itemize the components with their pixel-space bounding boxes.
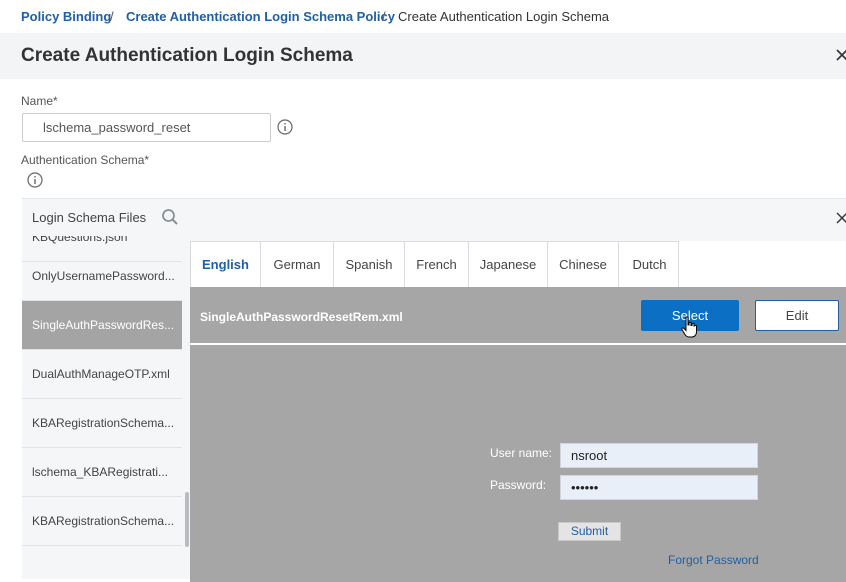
- tab-dutch[interactable]: Dutch: [619, 242, 680, 287]
- breadcrumb-separator: /: [110, 9, 114, 24]
- info-icon[interactable]: [27, 172, 43, 188]
- name-input[interactable]: [22, 113, 271, 142]
- password-field[interactable]: ••••••: [560, 475, 758, 500]
- preview-divider: [190, 343, 846, 345]
- search-icon[interactable]: [161, 208, 179, 226]
- tab-japanese[interactable]: Japanese: [469, 242, 548, 287]
- breadcrumb-policy-binding[interactable]: Policy Binding: [21, 9, 111, 24]
- submit-button[interactable]: Submit: [558, 522, 621, 541]
- breadcrumb-create-policy[interactable]: Create Authentication Login Schema Polic…: [126, 9, 395, 24]
- authentication-schema-label: Authentication Schema*: [21, 153, 150, 167]
- tab-french[interactable]: French: [405, 242, 469, 287]
- language-tabs: English German Spanish French Japanese C…: [190, 241, 679, 287]
- close-icon[interactable]: [836, 212, 846, 224]
- login-schema-files-header: Login Schema Files: [32, 210, 147, 225]
- scrollbar-thumb[interactable]: [185, 492, 189, 547]
- password-label: Password:: [490, 478, 547, 492]
- preview-filename: SingleAuthPasswordResetRem.xml: [200, 310, 403, 324]
- edit-button[interactable]: Edit: [755, 300, 839, 331]
- file-name: OnlyUsernamePassword...: [32, 269, 175, 283]
- tab-chinese[interactable]: Chinese: [548, 242, 619, 287]
- list-item[interactable]: KBARegistrationSchema...: [22, 497, 182, 546]
- list-item-selected[interactable]: SingleAuthPasswordRes...: [22, 301, 182, 350]
- file-list: KBQuestions.json OnlyUsernamePassword...…: [22, 236, 182, 579]
- breadcrumb-current: Create Authentication Login Schema: [398, 9, 610, 24]
- list-item[interactable]: DualAuthManageOTP.xml: [22, 350, 182, 399]
- file-name: KBARegistrationSchema...: [32, 416, 175, 430]
- username-label: User name:: [490, 446, 553, 460]
- list-item[interactable]: lschema_KBARegistrati...: [22, 448, 182, 497]
- file-name: DualAuthManageOTP.xml: [32, 367, 170, 381]
- file-name: SingleAuthPasswordRes...: [32, 318, 175, 332]
- tab-spanish[interactable]: Spanish: [334, 242, 405, 287]
- tab-english[interactable]: English: [191, 242, 261, 287]
- name-label: Name*: [21, 94, 58, 108]
- schema-preview: English German Spanish French Japanese C…: [190, 241, 846, 582]
- file-name: KBARegistrationSchema...: [32, 514, 175, 528]
- username-field[interactable]: nsroot: [560, 443, 758, 468]
- dialog-header: Create Authentication Login Schema: [0, 33, 846, 79]
- list-item[interactable]: KBARegistrationSchema...: [22, 399, 182, 448]
- breadcrumb: Policy Binding / Create Authentication L…: [0, 0, 846, 34]
- close-icon[interactable]: [836, 49, 846, 61]
- page-title: Create Authentication Login Schema: [21, 45, 353, 66]
- list-item[interactable]: OnlyUsernamePassword...: [22, 252, 182, 301]
- preview-area: SingleAuthPasswordResetRem.xml Select Ed…: [190, 287, 846, 582]
- file-name: KBQuestions.json: [32, 236, 128, 244]
- tab-german[interactable]: German: [261, 242, 334, 287]
- info-icon[interactable]: [277, 119, 293, 135]
- forgot-password-link[interactable]: Forgot Password: [668, 553, 759, 567]
- file-name: lschema_KBARegistrati...: [32, 465, 169, 479]
- breadcrumb-separator: /: [382, 9, 386, 24]
- hand-cursor-icon: [681, 316, 697, 338]
